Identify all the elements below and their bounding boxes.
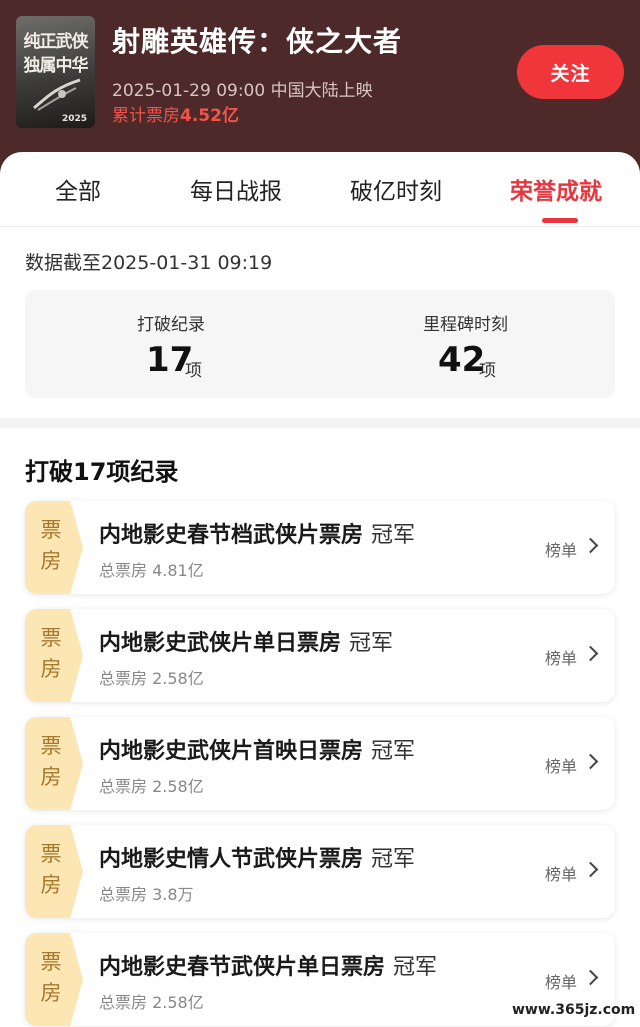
poster-year: 2025 (62, 114, 88, 124)
total-boxoffice: 累计票房4.52亿 (112, 101, 239, 126)
tab-all[interactable]: 全部 (55, 172, 101, 206)
record-card[interactable]: 票房 内地影史春节档武侠片票房 冠军 总票房 4.81亿 榜单 (25, 501, 615, 594)
record-rank: 冠军 (371, 739, 416, 764)
stat-milestones-label: 里程碑时刻 (423, 315, 508, 335)
tab-daily-report[interactable]: 每日战报 (190, 172, 282, 206)
tab-honors[interactable]: 荣誉成就 (510, 172, 602, 206)
record-card[interactable]: 票房 内地影史武侠片首映日票房 冠军 总票房 2.58亿 榜单 (25, 717, 615, 810)
record-tag-label: 票房 (40, 842, 62, 897)
record-boxoffice: 总票房 2.58亿 (99, 777, 204, 796)
ranking-link[interactable]: 榜单 (545, 645, 577, 669)
data-timestamp: 数据截至2025-01-31 09:19 (25, 252, 273, 274)
chevron-right-icon[interactable] (582, 645, 599, 662)
release-info: 2025-01-29 09:00 中国大陆上映 (112, 81, 373, 101)
record-name: 内地影史春节档武侠片票房 冠军 (99, 517, 415, 549)
stat-milestones-unit: 项 (479, 361, 496, 381)
poster-artwork (33, 78, 81, 111)
record-boxoffice: 总票房 2.58亿 (99, 993, 204, 1012)
record-rank: 冠军 (393, 955, 438, 980)
section-title: 打破17项纪录 (25, 458, 179, 486)
poster-slogan: 纯正武侠 独属中华 (16, 30, 95, 78)
record-name: 内地影史春节武侠片单日票房 冠军 (99, 949, 437, 981)
record-title: 内地影史春节档武侠片票房 (99, 523, 364, 548)
ranking-link[interactable]: 榜单 (545, 753, 577, 777)
record-title: 内地影史情人节武侠片票房 (99, 847, 364, 872)
boxoffice-label: 累计票房 (112, 106, 180, 126)
record-title: 内地影史武侠片首映日票房 (99, 739, 364, 764)
ranking-link[interactable]: 榜单 (545, 861, 577, 885)
record-boxoffice: 总票房 2.58亿 (99, 669, 204, 688)
chevron-right-icon[interactable] (582, 537, 599, 554)
record-rank: 冠军 (349, 631, 394, 656)
record-boxoffice: 总票房 4.81亿 (99, 561, 204, 580)
record-tag-label: 票房 (40, 950, 62, 1005)
boxoffice-value: 4.52亿 (180, 106, 239, 126)
record-name: 内地影史武侠片单日票房 冠军 (99, 625, 393, 657)
tab-divider (0, 226, 640, 227)
tab-billion-moments[interactable]: 破亿时刻 (350, 172, 442, 206)
follow-button[interactable]: 关注 (517, 45, 624, 99)
site-watermark: www.365jz.com (512, 1002, 636, 1018)
ranking-link[interactable]: 榜单 (545, 969, 577, 993)
chevron-right-icon[interactable] (582, 969, 599, 986)
chevron-right-icon[interactable] (582, 861, 599, 878)
stat-records-unit: 项 (185, 361, 202, 381)
record-rank: 冠军 (371, 847, 416, 872)
record-name: 内地影史情人节武侠片票房 冠军 (99, 841, 415, 873)
record-tag-label: 票房 (40, 518, 62, 573)
poster-slogan-line1: 纯正武侠 (23, 32, 89, 52)
ranking-link[interactable]: 榜单 (545, 537, 577, 561)
record-title: 内地影史春节武侠片单日票房 (99, 955, 386, 980)
stat-records-label: 打破纪录 (137, 315, 205, 335)
active-tab-indicator (542, 218, 578, 223)
movie-poster[interactable]: 纯正武侠 独属中华 2025 (16, 16, 95, 128)
poster-slogan-line2: 独属中华 (23, 56, 89, 76)
stats-summary: 打破纪录 17 项 里程碑时刻 42 项 (25, 290, 615, 398)
record-tag-label: 票房 (40, 626, 62, 681)
record-rank: 冠军 (371, 523, 416, 548)
movie-title: 射雕英雄传：侠之大者 (112, 25, 403, 58)
record-title: 内地影史武侠片单日票房 (99, 631, 342, 656)
record-tag-label: 票房 (40, 734, 62, 789)
record-boxoffice: 总票房 3.8万 (99, 885, 194, 904)
record-card[interactable]: 票房 内地影史情人节武侠片票房 冠军 总票房 3.8万 榜单 (25, 825, 615, 918)
chevron-right-icon[interactable] (582, 753, 599, 770)
record-name: 内地影史武侠片首映日票房 冠军 (99, 733, 415, 765)
record-card[interactable]: 票房 内地影史武侠片单日票房 冠军 总票房 2.58亿 榜单 (25, 609, 615, 702)
